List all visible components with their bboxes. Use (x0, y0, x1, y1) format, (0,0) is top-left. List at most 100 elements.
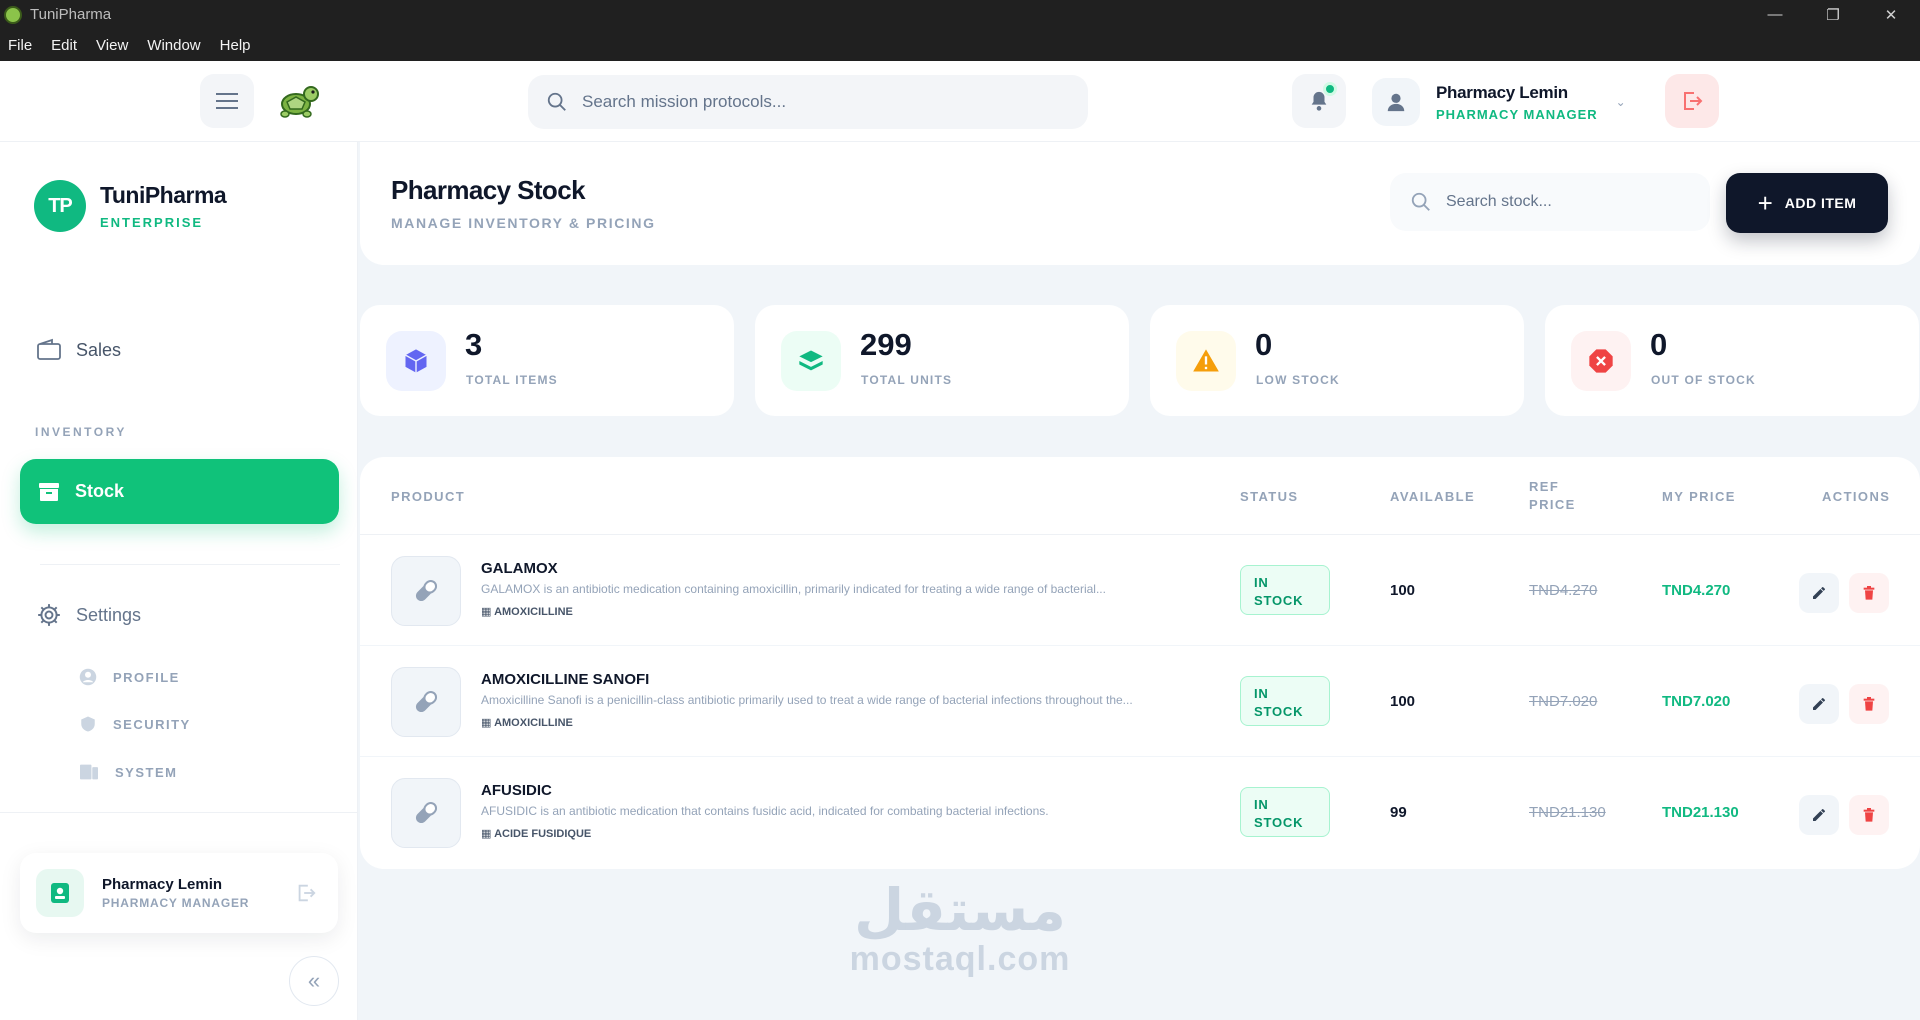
column-header-ref-price[interactable]: REF (1529, 479, 1559, 494)
sidebar-item-settings[interactable]: Settings (36, 602, 141, 628)
user-menu[interactable]: Pharmacy Lemin PHARMACY MANAGER ⌄ (1372, 75, 1632, 129)
gear-icon (38, 604, 60, 626)
system-icon (80, 764, 98, 780)
status-text: IN (1254, 686, 1269, 701)
watermark-latin: mostaql.com (849, 940, 1071, 978)
close-icon[interactable]: ✕ (1862, 0, 1920, 29)
edit-button[interactable] (1799, 795, 1839, 835)
page-title: Pharmacy Stock (391, 175, 586, 205)
status-text: STOCK (1254, 593, 1304, 608)
pencil-icon (1813, 587, 1825, 599)
stock-search-input[interactable] (1446, 193, 1686, 211)
menu-window[interactable]: Window (147, 37, 200, 54)
menu-help[interactable]: Help (220, 37, 251, 54)
table-row[interactable]: AMOXICILLINE SANOFI Amoxicilline Sanofi … (360, 646, 1920, 757)
menu-edit[interactable]: Edit (51, 37, 77, 54)
document-icon: ▦ (481, 606, 492, 618)
product-description: GALAMOX is an antibiotic medication cont… (481, 582, 1106, 596)
document-icon: ▦ (481, 828, 492, 840)
sidebar-subitem-system[interactable]: SYSTEM (79, 763, 177, 781)
sidebar-item-label: Settings (76, 604, 142, 625)
edit-button[interactable] (1799, 684, 1839, 724)
stat-value: 299 (860, 327, 912, 362)
table-row[interactable]: AFUSIDIC AFUSIDIC is an antibiotic medic… (360, 757, 1920, 868)
user-icon (1387, 93, 1405, 112)
edit-button[interactable] (1799, 573, 1839, 613)
delete-button[interactable] (1849, 684, 1889, 724)
column-header-actions: ACTIONS (1822, 489, 1891, 504)
warning-icon (1176, 331, 1236, 391)
global-search-bar (528, 75, 1088, 129)
watermark-arabic: مستقل (853, 876, 1067, 944)
column-header-ref-price-line2[interactable]: PRICE (1529, 497, 1576, 512)
notification-dot (1323, 82, 1337, 96)
pill-icon (391, 556, 461, 626)
watermark: مستقل mostaql.com (845, 880, 1075, 979)
double-chevron-left-icon: « (307, 968, 321, 993)
menu-toggle-button[interactable] (200, 74, 254, 128)
stat-value: 0 (1255, 327, 1273, 362)
sidebar-subitem-profile[interactable]: PROFILE (79, 668, 180, 686)
sidebar-subitem-security[interactable]: SECURITY (79, 715, 191, 733)
ref-price: TND21.130 (1529, 804, 1606, 821)
restore-icon[interactable]: ❐ (1804, 0, 1862, 29)
document-icon: ▦ (481, 717, 492, 729)
stat-card-total-units: 299 TOTAL UNITS (755, 305, 1129, 416)
search-icon (1411, 192, 1430, 211)
logout-icon (1684, 92, 1703, 110)
plus-icon: + (1757, 188, 1773, 218)
profile-card[interactable]: Pharmacy Lemin PHARMACY MANAGER (20, 853, 338, 933)
sidebar-subitem-label: SECURITY (113, 716, 191, 732)
product-generic: ▦ AMOXICILLINE (481, 605, 573, 618)
app-header: Pharmacy Lemin PHARMACY MANAGER ⌄ (0, 61, 1920, 142)
column-header-product[interactable]: PRODUCT (391, 489, 465, 504)
global-search-input[interactable] (582, 92, 1022, 112)
profile-name: Pharmacy Lemin (102, 876, 223, 893)
status-badge: IN STOCK (1240, 676, 1330, 726)
delete-button[interactable] (1849, 573, 1889, 613)
product-name: AFUSIDIC (481, 782, 552, 799)
menubar: File Edit View Window Help (0, 29, 1920, 61)
product-name: AMOXICILLINE SANOFI (481, 671, 650, 688)
my-price: TND21.130 (1662, 804, 1739, 821)
product-generic: ▦ ACIDE FUSIDIQUE (481, 827, 591, 840)
turtle-logo-icon (280, 86, 319, 118)
cube-icon (386, 331, 446, 391)
trash-icon (1863, 586, 1875, 600)
menu-file[interactable]: File (8, 37, 32, 54)
menu-view[interactable]: View (96, 37, 128, 54)
stat-value: 3 (465, 327, 483, 362)
minimize-icon[interactable]: — (1746, 0, 1804, 29)
logout-button[interactable] (1665, 74, 1719, 128)
pill-icon (391, 667, 461, 737)
page-subtitle: MANAGE INVENTORY & PRICING (391, 215, 656, 231)
pencil-icon (1813, 809, 1825, 821)
sidebar-item-sales[interactable]: Sales (36, 338, 121, 362)
ref-price: TND7.020 (1529, 693, 1598, 710)
sidebar-item-label: Sales (76, 339, 122, 360)
section-label-inventory: INVENTORY (35, 425, 127, 439)
status-badge: IN STOCK (1240, 787, 1330, 837)
id-badge-icon (36, 869, 84, 917)
pencil-icon (1813, 698, 1825, 710)
delete-button[interactable] (1849, 795, 1889, 835)
sidebar-item-stock[interactable]: Stock (20, 459, 339, 524)
column-header-status[interactable]: STATUS (1240, 489, 1298, 504)
profile-role: PHARMACY MANAGER (102, 896, 250, 910)
stock-search-bar (1390, 173, 1710, 231)
logout-icon[interactable] (294, 882, 318, 904)
status-text: IN (1254, 575, 1269, 590)
available-quantity: 99 (1390, 804, 1407, 821)
sidebar-subitem-label: PROFILE (113, 669, 180, 685)
stock-table: PRODUCT STATUS AVAILABLE REF PRICE MY PR… (360, 457, 1920, 869)
sidebar-subitem-label: SYSTEM (115, 764, 178, 780)
add-item-label: ADD ITEM (1784, 195, 1857, 211)
user-name: Pharmacy Lemin (1436, 82, 1568, 102)
column-header-available[interactable]: AVAILABLE (1390, 489, 1475, 504)
column-header-my-price[interactable]: MY PRICE (1662, 489, 1736, 504)
notifications-button[interactable] (1292, 74, 1346, 128)
collapse-sidebar-button[interactable]: « (289, 956, 339, 1006)
table-row[interactable]: GALAMOX GALAMOX is an antibiotic medicat… (360, 535, 1920, 646)
add-item-button[interactable]: + ADD ITEM (1726, 173, 1888, 233)
brand: TP TuniPharma ENTERPRISE (34, 180, 227, 232)
